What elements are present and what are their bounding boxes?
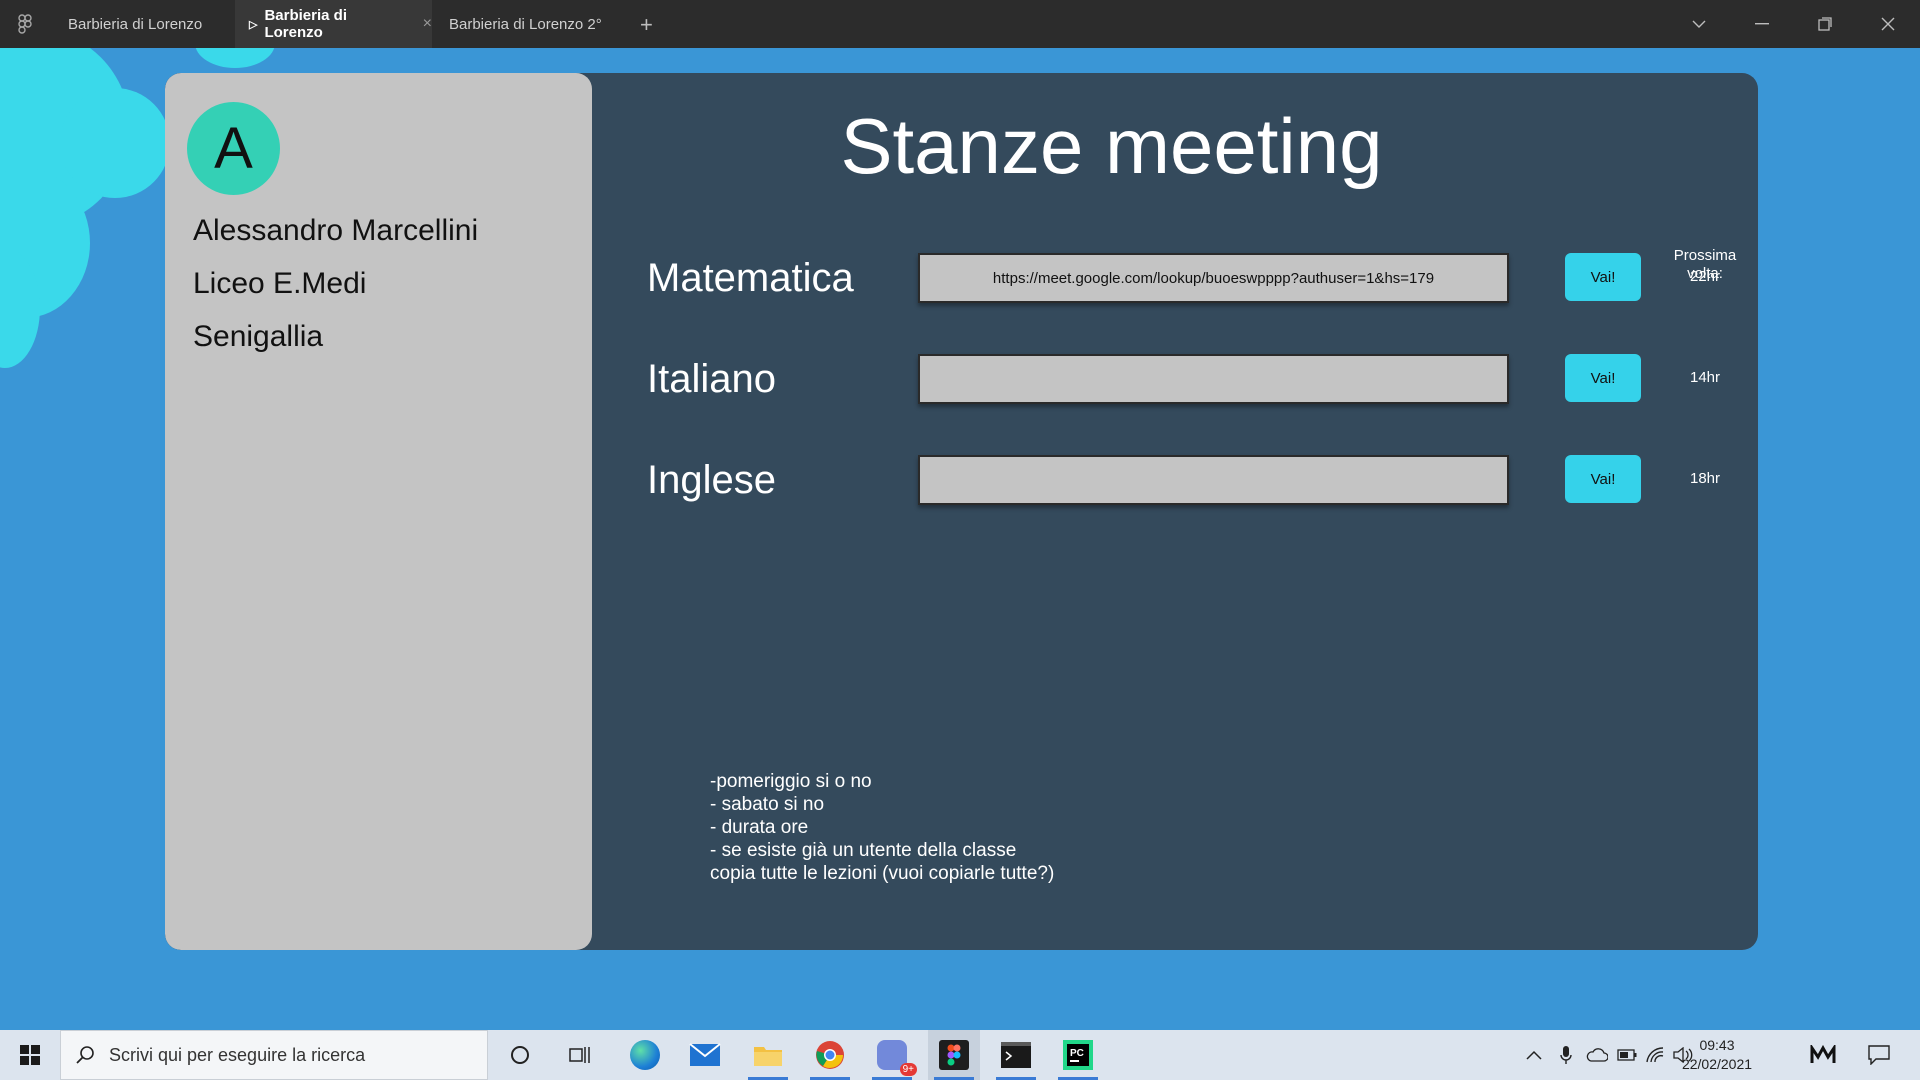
- note-line: - durata ore: [710, 817, 809, 838]
- wifi-icon[interactable]: [1646, 1030, 1664, 1080]
- note-line: -pomeriggio si o no: [710, 771, 872, 792]
- tab-label: Barbieria di Lorenzo 2°: [449, 15, 602, 33]
- note-line: copia tutte le lezioni (vuoi copiarle tu…: [710, 863, 1055, 884]
- notes-text: -pomeriggio si o no - sabato si no - dur…: [710, 770, 1054, 885]
- taskbar-search[interactable]: Scrivi qui per eseguire la ricerca: [60, 1030, 488, 1080]
- room-row-inglese: Inglese Vai! 18hr: [165, 455, 1758, 505]
- tab-label: Barbieria di Lorenzo: [68, 15, 203, 33]
- onedrive-cloud-icon[interactable]: [1586, 1030, 1608, 1080]
- next-time-value: 18hr: [1689, 470, 1721, 487]
- meeting-link-input[interactable]: [918, 455, 1509, 505]
- notification-badge: 9+: [899, 1063, 917, 1076]
- system-clock[interactable]: 09:43 22/02/2021: [1670, 1036, 1764, 1074]
- show-hidden-icons-chevron[interactable]: [1526, 1030, 1542, 1080]
- minimize-icon[interactable]: [1731, 0, 1793, 48]
- close-window-icon[interactable]: [1857, 0, 1919, 48]
- edge-browser-icon[interactable]: [620, 1030, 670, 1080]
- cortana-icon[interactable]: [500, 1030, 540, 1080]
- go-button[interactable]: Vai!: [1565, 253, 1641, 301]
- room-row-matematica: Matematica Vai! 22hr: [165, 253, 1758, 303]
- windows-start-icon[interactable]: [10, 1030, 50, 1080]
- meeting-link-input[interactable]: [918, 354, 1509, 404]
- svg-text:PC: PC: [1070, 1048, 1084, 1059]
- figma-menu-icon[interactable]: [18, 14, 34, 36]
- app-logo-icon[interactable]: [1810, 1030, 1836, 1080]
- terminal-icon[interactable]: [990, 1030, 1042, 1080]
- page-title: Stanze meeting: [840, 102, 1383, 190]
- main-card: A Alessandro Marcellini Liceo E.Medi Sen…: [165, 73, 1758, 950]
- room-name: Italiano: [647, 357, 776, 401]
- tab-barbieria-2[interactable]: ▷ Barbieria di Lorenzo ×: [235, 0, 432, 48]
- search-icon: [76, 1046, 94, 1064]
- tab-label: Barbieria di Lorenzo: [264, 7, 347, 41]
- mail-icon[interactable]: [680, 1030, 730, 1080]
- close-tab-icon[interactable]: ×: [423, 15, 432, 33]
- clock-time: 09:43: [1699, 1037, 1735, 1053]
- note-line: - sabato si no: [710, 794, 825, 815]
- decorative-blob: [60, 88, 170, 198]
- title-bar: Barbieria di Lorenzo ▷ Barbieria di Lore…: [0, 0, 1920, 48]
- search-placeholder: Scrivi qui per eseguire la ricerca: [109, 1044, 366, 1065]
- tab-barbieria-3[interactable]: Barbieria di Lorenzo 2°: [440, 0, 630, 48]
- note-line: - se esiste già un utente della classe: [710, 840, 1017, 861]
- discord-icon[interactable]: 9+: [866, 1030, 918, 1080]
- city-name: Senigallia: [193, 320, 324, 353]
- avatar: A: [187, 102, 280, 195]
- play-icon: ▷: [249, 18, 258, 31]
- room-name: Matematica: [647, 256, 854, 300]
- taskbar: Scrivi qui per eseguire la ricerca 9+ PC: [0, 1030, 1920, 1080]
- meeting-link-input[interactable]: [918, 253, 1509, 303]
- battery-icon[interactable]: [1617, 1030, 1637, 1080]
- decorative-blob: [195, 48, 275, 68]
- clock-date: 22/02/2021: [1681, 1056, 1753, 1072]
- chevron-down-icon[interactable]: [1668, 0, 1730, 48]
- design-canvas: A Alessandro Marcellini Liceo E.Medi Sen…: [0, 48, 1920, 1030]
- profile-sidebar: A Alessandro Marcellini Liceo E.Medi Sen…: [165, 73, 592, 950]
- restore-icon[interactable]: [1794, 0, 1856, 48]
- next-time-value: 14hr: [1689, 369, 1721, 386]
- microphone-icon[interactable]: [1560, 1030, 1572, 1080]
- notifications-icon[interactable]: [1868, 1030, 1890, 1080]
- next-time-value: 22hr: [1689, 268, 1721, 285]
- go-button[interactable]: Vai!: [1565, 354, 1641, 402]
- room-row-italiano: Italiano Vai! 14hr: [165, 354, 1758, 404]
- file-explorer-icon[interactable]: [742, 1030, 794, 1080]
- pycharm-icon[interactable]: PC: [1052, 1030, 1104, 1080]
- figma-icon[interactable]: [928, 1030, 980, 1080]
- room-name: Inglese: [647, 458, 776, 502]
- task-view-icon[interactable]: [560, 1030, 600, 1080]
- go-button[interactable]: Vai!: [1565, 455, 1641, 503]
- chrome-icon[interactable]: [804, 1030, 856, 1080]
- user-name: Alessandro Marcellini: [193, 214, 479, 247]
- new-tab-plus-icon[interactable]: +: [640, 12, 653, 38]
- tab-barbieria-1[interactable]: Barbieria di Lorenzo: [58, 0, 234, 48]
